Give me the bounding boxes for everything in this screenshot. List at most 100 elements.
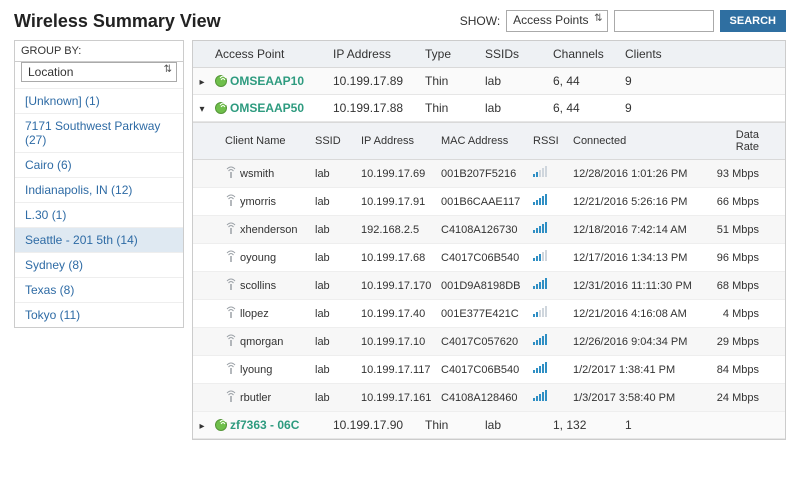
col-ssid[interactable]: SSID <box>311 129 357 153</box>
search-input[interactable] <box>614 10 714 32</box>
client-rate: 68 Mbps <box>707 274 763 298</box>
client-rssi <box>529 273 569 298</box>
sidebar-item[interactable]: Texas (8) <box>15 277 183 302</box>
client-connected: 12/17/2016 1:34:13 PM <box>569 246 707 270</box>
show-select-value: Access Points <box>513 13 588 27</box>
col-connected[interactable]: Connected <box>569 129 707 153</box>
ap-name-link[interactable]: OMSEAAP50 <box>230 101 304 115</box>
client-mac: C4108A126730 <box>437 218 529 242</box>
client-name: lyoung <box>240 364 272 376</box>
client-ip: 192.168.2.5 <box>357 218 437 242</box>
client-name: llopez <box>240 308 269 320</box>
ap-row: ▸OMSEAAP1010.199.17.89Thinlab6, 449 <box>193 68 785 95</box>
client-mac: C4108A128460 <box>437 386 529 410</box>
col-mac[interactable]: MAC Address <box>437 129 529 153</box>
page-title: Wireless Summary View <box>14 11 221 32</box>
col-access-point[interactable]: Access Point <box>211 41 329 67</box>
client-ip: 10.199.17.10 <box>357 330 437 354</box>
chevron-down-icon[interactable]: ▾ <box>199 104 204 115</box>
ap-ip: 10.199.17.88 <box>329 95 421 121</box>
sidebar-item[interactable]: [Unknown] (1) <box>15 88 183 113</box>
sidebar-item[interactable]: Seattle - 201 5th (14) <box>15 227 183 252</box>
client-row: lyounglab10.199.17.117C4017C06B5401/2/20… <box>193 356 785 384</box>
col-type[interactable]: Type <box>421 41 481 67</box>
sidebar-item[interactable]: Sydney (8) <box>15 252 183 277</box>
sidebar-item[interactable]: L.30 (1) <box>15 202 183 227</box>
col-rssi[interactable]: RSSI <box>529 129 569 153</box>
antenna-icon <box>225 278 237 293</box>
client-ip: 10.199.17.117 <box>357 358 437 382</box>
ap-type: Thin <box>421 95 481 121</box>
client-rssi <box>529 217 569 242</box>
sidebar: GROUP BY: Location [Unknown] (1)7171 Sou… <box>14 40 184 328</box>
rssi-bars-icon <box>533 279 547 289</box>
client-rssi <box>529 329 569 354</box>
ap-ip: 10.199.17.89 <box>329 68 421 94</box>
ap-ip: 10.199.17.90 <box>329 412 421 438</box>
client-mac: 001E377E421C <box>437 302 529 326</box>
col-clients[interactable]: Clients <box>621 41 671 67</box>
client-name: qmorgan <box>240 336 283 348</box>
ap-header-row: Access Point IP Address Type SSIDs Chann… <box>193 41 785 68</box>
antenna-icon <box>225 166 237 181</box>
antenna-icon <box>225 222 237 237</box>
main-table: Access Point IP Address Type SSIDs Chann… <box>192 40 786 440</box>
client-mac: C4017C06B540 <box>437 358 529 382</box>
client-rssi <box>529 161 569 186</box>
client-row: xhendersonlab192.168.2.5C4108A12673012/1… <box>193 216 785 244</box>
col-client-ip[interactable]: IP Address <box>357 129 437 153</box>
col-data-rate[interactable]: Data Rate <box>707 123 763 159</box>
client-ssid: lab <box>311 358 357 382</box>
ap-clients: 9 <box>621 68 671 94</box>
rssi-bars-icon <box>533 335 547 345</box>
ap-ssids: lab <box>481 95 549 121</box>
client-mac: C4017C06B540 <box>437 246 529 270</box>
client-ssid: lab <box>311 330 357 354</box>
antenna-icon <box>225 362 237 377</box>
client-connected: 1/3/2017 3:58:40 PM <box>569 386 707 410</box>
antenna-icon <box>225 250 237 265</box>
client-rssi <box>529 385 569 410</box>
client-connected: 12/18/2016 7:42:14 AM <box>569 218 707 242</box>
client-mac: 001D9A8198DB <box>437 274 529 298</box>
antenna-icon <box>225 194 237 209</box>
client-row: rbutlerlab10.199.17.161C4108A1284601/3/2… <box>193 384 785 412</box>
client-rate: 66 Mbps <box>707 190 763 214</box>
client-name: wsmith <box>240 168 274 180</box>
rssi-bars-icon <box>533 195 547 205</box>
client-connected: 12/26/2016 9:04:34 PM <box>569 330 707 354</box>
sidebar-item[interactable]: Indianapolis, IN (12) <box>15 177 183 202</box>
client-rssi <box>529 357 569 382</box>
show-select[interactable]: Access Points <box>506 10 607 32</box>
antenna-icon <box>225 390 237 405</box>
status-up-icon <box>215 419 227 431</box>
chevron-right-icon[interactable]: ▸ <box>199 421 204 432</box>
ap-ssids: lab <box>481 412 549 438</box>
rssi-bars-icon <box>533 167 547 177</box>
client-ip: 10.199.17.68 <box>357 246 437 270</box>
client-ssid: lab <box>311 274 357 298</box>
col-channels[interactable]: Channels <box>549 41 621 67</box>
sidebar-item[interactable]: 7171 Southwest Parkway (27) <box>15 113 183 152</box>
ap-ssids: lab <box>481 68 549 94</box>
sidebar-item[interactable]: Tokyo (11) <box>15 302 183 327</box>
search-button[interactable]: SEARCH <box>720 10 786 32</box>
client-ip: 10.199.17.69 <box>357 162 437 186</box>
ap-name-link[interactable]: OMSEAAP10 <box>230 74 304 88</box>
col-ip-address[interactable]: IP Address <box>329 41 421 67</box>
client-name: oyoung <box>240 252 276 264</box>
rssi-bars-icon <box>533 251 547 261</box>
rssi-bars-icon <box>533 223 547 233</box>
client-rate: 51 Mbps <box>707 218 763 242</box>
ap-name-link[interactable]: zf7363 - 06C <box>230 418 299 432</box>
group-by-select[interactable]: Location <box>21 62 177 82</box>
client-mac: 001B6CAAE117 <box>437 190 529 214</box>
sidebar-item[interactable]: Cairo (6) <box>15 152 183 177</box>
client-connected: 12/31/2016 11:11:30 PM <box>569 274 707 298</box>
client-ip: 10.199.17.40 <box>357 302 437 326</box>
client-connected: 12/21/2016 5:26:16 PM <box>569 190 707 214</box>
client-rate: 93 Mbps <box>707 162 763 186</box>
col-ssids[interactable]: SSIDs <box>481 41 549 67</box>
col-client-name[interactable]: Client Name <box>221 129 311 153</box>
chevron-right-icon[interactable]: ▸ <box>199 77 204 88</box>
